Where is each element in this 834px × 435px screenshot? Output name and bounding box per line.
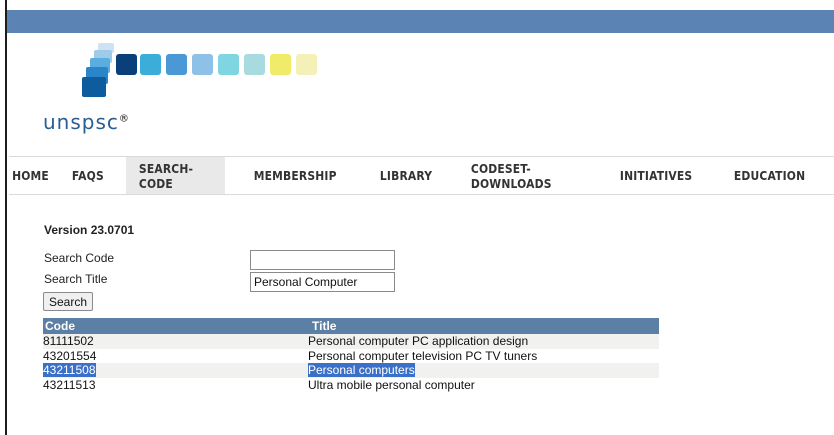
nav-faqs[interactable]: FAQS [59, 157, 117, 194]
row-title[interactable]: Personal computer television PC TV tuner… [308, 349, 537, 363]
logo-square-5 [244, 54, 265, 75]
main-nav: HOME FAQS SEARCH-CODE MEMBERSHIP LIBRARY… [9, 156, 834, 195]
logo-square-4 [218, 54, 239, 75]
nav-membership[interactable]: MEMBERSHIP [241, 157, 349, 194]
search-title-label: Search Title [44, 272, 108, 286]
top-strip [0, 0, 834, 10]
nav-home[interactable]: HOME [9, 157, 52, 194]
logo-square-1 [140, 54, 161, 75]
row-code[interactable]: 43211513 [43, 378, 96, 392]
search-title-input[interactable] [250, 272, 395, 292]
search-button[interactable]: Search [43, 292, 94, 311]
logo-square-3 [192, 54, 213, 75]
search-code-input[interactable] [250, 250, 395, 270]
logo-square-6 [270, 54, 291, 75]
row-title[interactable]: Personal computer PC application design [308, 334, 528, 348]
nav-library[interactable]: LIBRARY [367, 157, 445, 194]
column-header-code: Code [45, 319, 75, 333]
row-title[interactable]: Personal computers [308, 363, 415, 377]
logo-mark-icon [82, 43, 137, 97]
results-table: Code Title 81111502 Personal computer PC… [43, 318, 659, 392]
nav-codeset-downloads[interactable]: CODESET-DOWNLOADS [458, 157, 586, 194]
unspsc-logo[interactable]: unspsc® [40, 40, 370, 140]
table-row-selected[interactable]: 43211508 Personal computers [43, 363, 659, 378]
table-row[interactable]: 43211513 Ultra mobile personal computer [43, 378, 659, 393]
row-code[interactable]: 43201554 [43, 349, 96, 363]
row-code[interactable]: 81111502 [43, 334, 94, 348]
logo-square-2 [166, 54, 187, 75]
nav-education[interactable]: EDUCATION [721, 157, 818, 194]
nav-search-code[interactable]: SEARCH-CODE [126, 157, 226, 194]
table-row[interactable]: 43201554 Personal computer television PC… [43, 349, 659, 364]
results-header: Code Title [43, 318, 659, 334]
nav-initiatives[interactable]: INITIATIVES [607, 157, 705, 194]
search-code-label: Search Code [44, 251, 115, 265]
row-title[interactable]: Ultra mobile personal computer [308, 378, 475, 392]
header-bar [7, 10, 834, 33]
row-code[interactable]: 43211508 [43, 363, 96, 377]
logo-text: unspsc® [43, 110, 130, 134]
table-row[interactable]: 81111502 Personal computer PC applicatio… [43, 334, 659, 349]
column-header-title: Title [312, 319, 337, 333]
version-label: Version 23.0701 [44, 223, 135, 237]
left-frame-border [0, 0, 7, 435]
logo-square-7 [296, 54, 317, 75]
